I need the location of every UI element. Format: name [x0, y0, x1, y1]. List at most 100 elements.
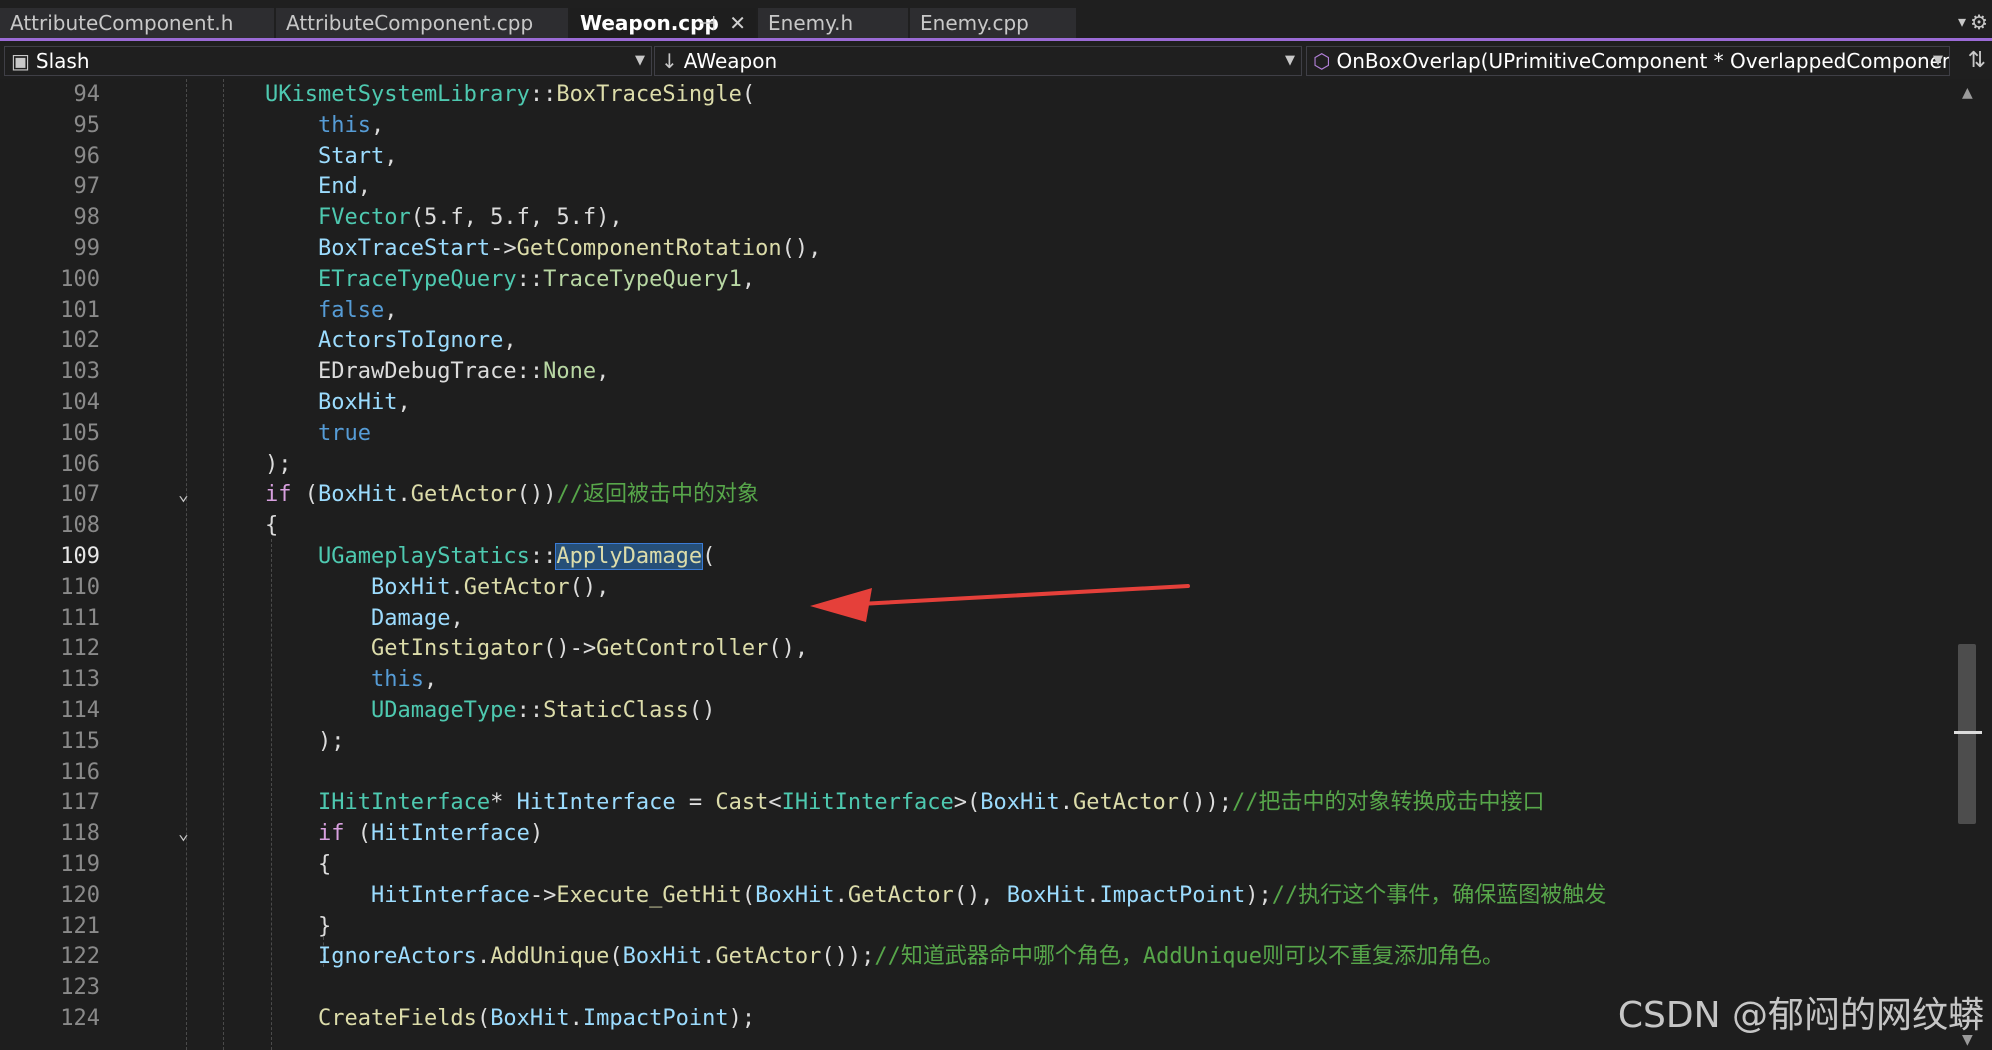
code-token: UGameplayStatics [317, 544, 530, 569]
code-token: ); [265, 728, 345, 754]
code-text: if (HitInterface) [265, 818, 543, 849]
code-line[interactable]: 95 this, [0, 110, 1940, 141]
code-line[interactable]: 100 ETraceTypeQuery::TraceTypeQuery1, [0, 264, 1940, 295]
code-line[interactable]: 105 true [0, 418, 1940, 449]
code-line[interactable]: 108 { [0, 510, 1940, 541]
code-token: IgnoreActors [317, 944, 477, 970]
tab-weapon-cpp[interactable]: Weapon.cpp ⊣ ✕ [570, 8, 756, 38]
code-token: () [688, 698, 716, 723]
code-text: CreateFields(BoxHit.ImpactPoint); [265, 1003, 755, 1034]
code-token: TraceTypeQuery1 [543, 266, 742, 292]
code-line[interactable]: 118 ⌄ if (HitInterface) [0, 818, 1940, 849]
line-number: 119 [60, 852, 100, 877]
tab-enemy-h[interactable]: Enemy.h [758, 8, 908, 38]
code-token: ()) [516, 482, 557, 508]
code-line[interactable]: 101 false, [0, 295, 1940, 326]
code-line[interactable]: 99 BoxTraceStart->GetComponentRotation()… [0, 233, 1940, 264]
scroll-up-icon[interactable]: ▲ [1962, 85, 1973, 101]
code-token: BoxHit [622, 944, 703, 970]
code-token: Cast [715, 790, 769, 816]
class-dropdown[interactable]: ↓ AWeapon ▼ [654, 46, 1302, 76]
code-line[interactable]: 98 FVector(5.f, 5.f, 5.f), [0, 202, 1940, 233]
code-text: BoxHit.GetActor(), [265, 572, 609, 603]
tab-bar: AttributeComponent.h AttributeComponent.… [0, 0, 1992, 41]
project-dropdown[interactable]: ▣ Slash ▼ [4, 46, 652, 76]
code-line[interactable]: 121 } [0, 911, 1940, 942]
member-label: OnBoxOverlap(UPrimitiveComponent * Overl… [1336, 49, 1950, 73]
tab-list-dropdown-icon[interactable]: ▾ [1958, 12, 1966, 31]
code-text: this, [265, 664, 437, 695]
code-token: BoxHit [317, 390, 398, 415]
code-token: None [543, 359, 597, 385]
code-token: . [476, 944, 491, 970]
tab-enemy-cpp[interactable]: Enemy.cpp [910, 8, 1076, 38]
close-icon[interactable]: ✕ [729, 8, 746, 38]
code-token: (), [768, 636, 809, 662]
code-token: ); [1245, 882, 1272, 908]
code-token: AddUnique [490, 944, 610, 970]
code-token: EDrawDebugTrace [317, 359, 517, 385]
line-number: 105 [60, 420, 100, 446]
fold-chevron-icon[interactable]: ⌄ [178, 818, 198, 849]
vertical-scrollbar[interactable]: ▲ ▼ [1954, 79, 1982, 1050]
code-token: { [265, 513, 279, 539]
code-line[interactable]: 104 BoxHit, [0, 387, 1940, 418]
code-token: false [317, 297, 385, 323]
code-line[interactable]: 96 Start, [0, 141, 1940, 172]
code-token: GetComponentRotation [516, 236, 782, 261]
tab-attributecomponent-h[interactable]: AttributeComponent.h [0, 8, 274, 38]
code-token: IHitInterface [781, 790, 954, 816]
code-line[interactable]: 117 IHitInterface* HitInterface = Cast<I… [0, 787, 1940, 818]
code-line[interactable]: 122 IgnoreActors.AddUnique(BoxHit.GetAct… [0, 941, 1940, 972]
split-editor-icon[interactable]: ⇅ [1968, 48, 1986, 73]
code-token: >( [953, 790, 981, 816]
tab-label: AttributeComponent.cpp [286, 11, 534, 35]
gear-icon[interactable]: ⚙ [1970, 10, 1988, 34]
code-token: FVector [317, 205, 411, 231]
code-line[interactable]: 113 this, [0, 664, 1940, 695]
method-cube-icon: ⬡ [1313, 49, 1331, 73]
code-line[interactable]: 97 End, [0, 171, 1940, 202]
line-number: 107 [60, 482, 100, 508]
line-number: 115 [60, 728, 100, 754]
code-token: = [675, 790, 716, 816]
pin-icon[interactable]: ⊣ [699, 8, 716, 38]
code-line[interactable]: 102 ActorsToIgnore, [0, 325, 1940, 356]
scrollbar-thumb[interactable] [1958, 644, 1976, 824]
class-label: AWeapon [683, 49, 778, 73]
code-line[interactable]: 119 { [0, 849, 1940, 880]
code-text: ); [265, 726, 345, 757]
code-editor[interactable]: 94 UKismetSystemLibrary::BoxTraceSingle(9… [0, 79, 1992, 1050]
code-token: , [503, 328, 517, 354]
code-line[interactable]: 106); [0, 449, 1940, 480]
code-token: ETraceTypeQuery [317, 266, 517, 292]
code-token: (), [781, 236, 822, 261]
member-dropdown[interactable]: ⬡ OnBoxOverlap(UPrimitiveComponent * Over… [1306, 46, 1950, 76]
tab-attributecomponent-cpp[interactable]: AttributeComponent.cpp [276, 8, 568, 38]
line-number: 112 [60, 636, 100, 662]
line-number: 104 [60, 390, 100, 415]
code-line[interactable]: 109 UGameplayStatics::ApplyDamage( [0, 541, 1940, 572]
code-token: :: [516, 359, 544, 385]
code-line[interactable]: 94 UKismetSystemLibrary::BoxTraceSingle( [0, 79, 1940, 110]
code-token: * [490, 790, 517, 816]
code-line[interactable]: 103 EDrawDebugTrace::None, [0, 356, 1940, 387]
code-token: IHitInterface [317, 790, 491, 816]
code-token: . [1059, 790, 1074, 816]
line-number: 102 [60, 328, 100, 354]
code-line[interactable]: 114 UDamageType::StaticClass() [0, 695, 1940, 726]
code-line[interactable]: 120 HitInterface->Execute_GetHit(BoxHit.… [0, 880, 1940, 911]
code-line[interactable]: 115 ); [0, 726, 1940, 757]
code-line[interactable]: 107 ⌄ if (BoxHit.GetActor())//返回被击中的对象 [0, 479, 1940, 510]
code-token: //执行这个事件，确保蓝图被触发 [1271, 882, 1607, 908]
fold-chevron-icon[interactable]: ⌄ [178, 479, 198, 510]
code-text: UKismetSystemLibrary::BoxTraceSingle( [265, 79, 755, 110]
code-line[interactable]: 116 [0, 757, 1940, 788]
code-line[interactable]: 112 GetInstigator()->GetController(), [0, 633, 1940, 664]
